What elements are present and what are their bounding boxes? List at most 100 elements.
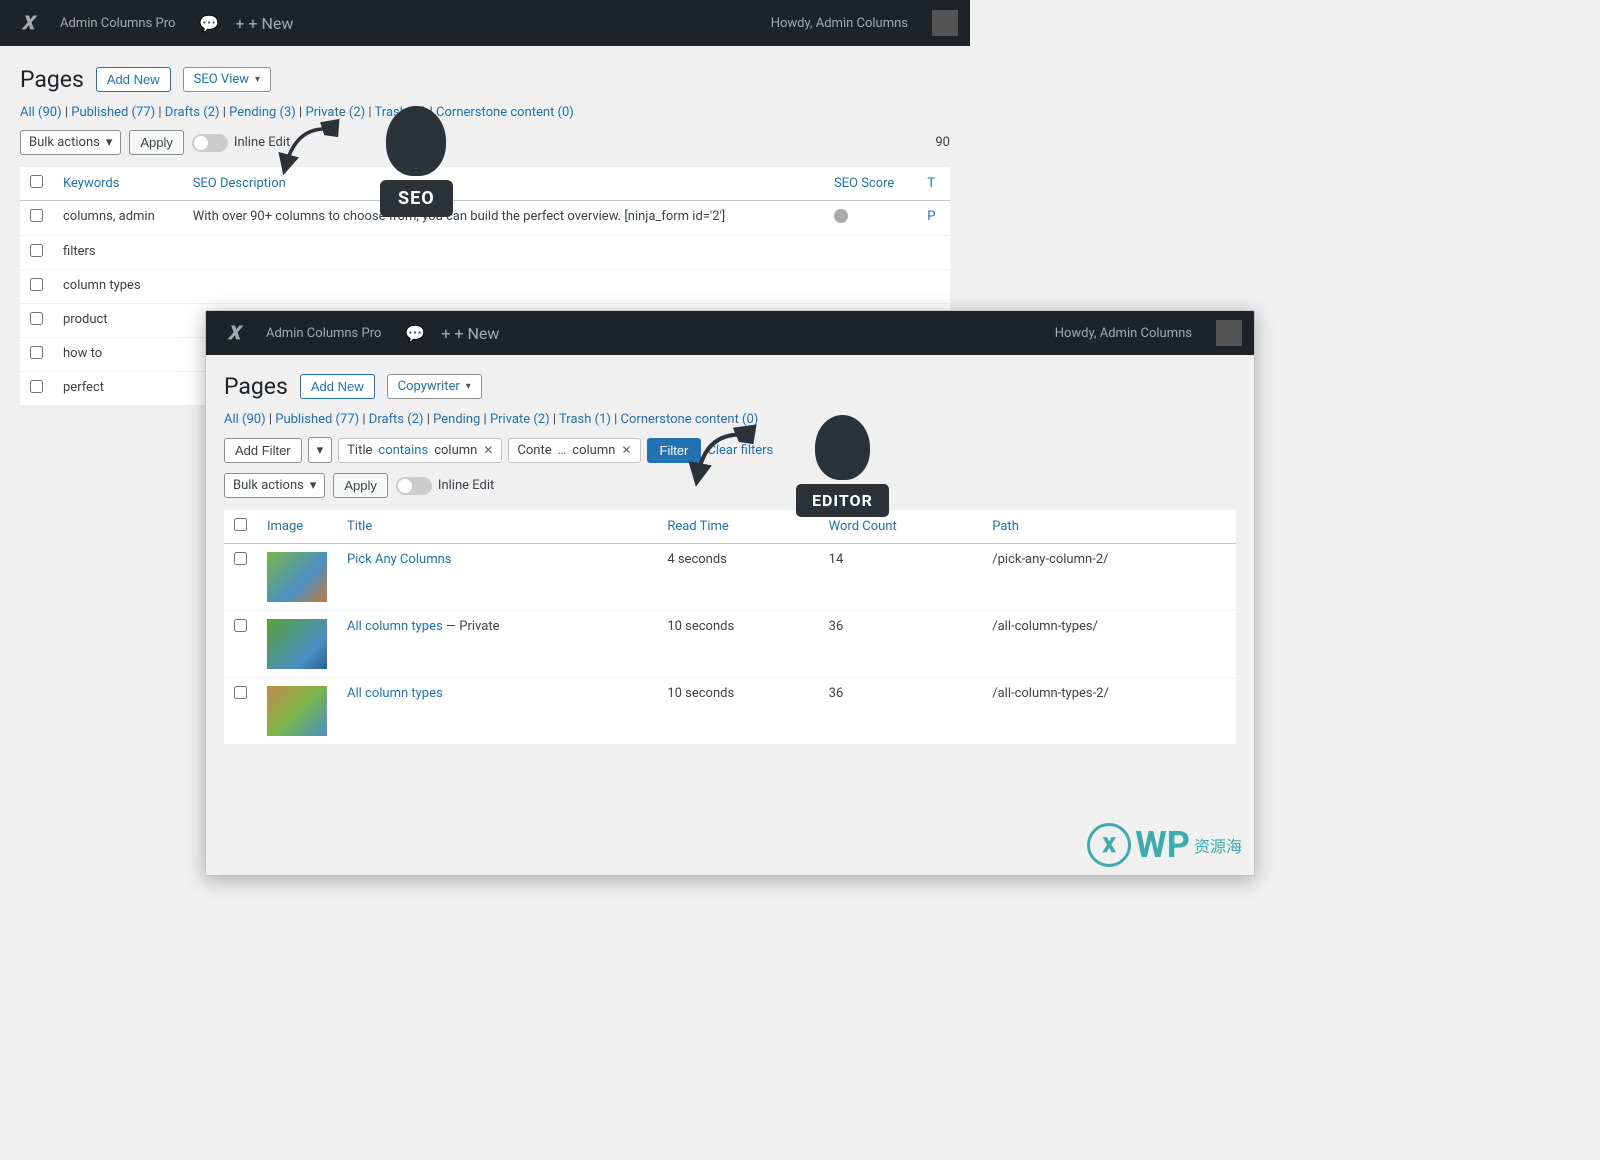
cell-title-1: Pick Any Columns xyxy=(337,544,657,611)
page-count-1: 90 xyxy=(935,135,950,150)
cell-seo-desc: With over 90+ columns to choose from, yo… xyxy=(183,201,824,236)
th-keywords-1[interactable]: Keywords xyxy=(53,167,183,201)
apply-button-2[interactable]: Apply xyxy=(333,473,388,498)
filter-private-2[interactable]: Private (2) xyxy=(490,412,550,427)
cell-word-count-3: 36 xyxy=(819,678,983,745)
view-label-1: SEO View xyxy=(194,72,249,87)
table-row: columns, admin With over 90+ columns to … xyxy=(20,201,950,236)
th-read-time-2[interactable]: Read Time xyxy=(657,510,818,544)
inline-edit-label-2: Inline Edit xyxy=(438,478,494,493)
row-checkbox[interactable] xyxy=(30,209,43,222)
filter-published-1[interactable]: Published (77) xyxy=(71,105,155,120)
filter-drafts-2[interactable]: Drafts (2) xyxy=(369,412,424,427)
new-label-1: + New xyxy=(248,14,293,33)
cell-path-3: /all-column-types-2/ xyxy=(982,678,1236,745)
cell-t-link[interactable]: P xyxy=(927,209,935,224)
wp-sub-text: 资源海 xyxy=(1194,833,1242,857)
inline-edit-toggle-2[interactable]: Inline Edit xyxy=(396,477,494,495)
page-title-1: Pages xyxy=(20,66,84,93)
bulk-actions-select-2[interactable]: Bulk actions ▾ xyxy=(224,473,325,498)
toggle-switch-1[interactable] xyxy=(192,134,228,152)
filter-close-title[interactable]: ✕ xyxy=(483,443,493,457)
cell-keywords: columns, admin xyxy=(53,201,183,236)
row-checkbox[interactable] xyxy=(30,380,43,393)
filter-all-1[interactable]: All (90) xyxy=(20,105,62,120)
window2: 𝚾 Admin Columns Pro 💬 + + New Howdy, Adm… xyxy=(205,310,1255,876)
filter-pending-2[interactable]: Pending xyxy=(433,412,480,427)
add-filter-button[interactable]: Add Filter xyxy=(224,438,302,463)
filter-contains-title: contains xyxy=(378,443,428,458)
th-image-2[interactable]: Image xyxy=(257,510,337,544)
cell-word-count-1: 14 xyxy=(819,544,983,611)
th-seo-score-1[interactable]: SEO Score xyxy=(824,167,917,201)
filter-pending-1[interactable]: Pending (3) xyxy=(229,105,296,120)
chevron-down-icon-1: ▾ xyxy=(255,74,260,85)
filter-cornerstone-2[interactable]: Cornerstone content (0) xyxy=(621,412,759,427)
filter-trash-1[interactable]: Trash (1) xyxy=(375,105,427,120)
filter-type-dropdown[interactable]: ▾ xyxy=(308,437,333,463)
page-title-2: Pages xyxy=(224,373,288,400)
filter-close-content[interactable]: ✕ xyxy=(621,443,631,457)
admin-title-1: Admin Columns Pro xyxy=(60,16,175,31)
comment-icon-2: 💬 xyxy=(405,324,425,343)
new-link-2[interactable]: + + New xyxy=(441,324,499,343)
th-checkbox-2 xyxy=(224,510,257,544)
row-checkbox[interactable] xyxy=(30,278,43,291)
add-new-button-1[interactable]: Add New xyxy=(96,67,171,92)
avatar-2 xyxy=(1216,320,1242,346)
inline-edit-toggle-1[interactable]: Inline Edit xyxy=(192,134,290,152)
table-row: Pick Any Columns 4 seconds 14 /pick-any-… xyxy=(224,544,1236,611)
row-checkbox[interactable] xyxy=(234,619,247,632)
new-label-2: + New xyxy=(454,324,499,343)
th-title-2[interactable]: Title xyxy=(337,510,657,544)
page-header-2: Pages Add New Copywriter ▾ xyxy=(224,373,1236,400)
view-dropdown-1[interactable]: SEO View ▾ xyxy=(183,67,271,92)
filter-cornerstone-1[interactable]: Cornerstone content (0) xyxy=(436,105,574,120)
row-checkbox[interactable] xyxy=(234,552,247,565)
cell-title-2: All column types — Private xyxy=(337,611,657,678)
cell-keywords: product xyxy=(53,304,183,338)
bulk-actions-select-1[interactable]: Bulk actions ▾ xyxy=(20,130,121,155)
filter-trash-2[interactable]: Trash (1) xyxy=(559,412,611,427)
title-link-1[interactable]: Pick Any Columns xyxy=(347,552,452,567)
filter-value-title: column xyxy=(434,443,477,458)
cell-keywords: filters xyxy=(53,236,183,270)
apply-button-1[interactable]: Apply xyxy=(129,130,184,155)
clear-filters-link[interactable]: Clear filters xyxy=(707,443,773,458)
title-link-3[interactable]: All column types xyxy=(347,686,443,701)
row-checkbox[interactable] xyxy=(30,312,43,325)
row-checkbox[interactable] xyxy=(234,686,247,699)
row-checkbox[interactable] xyxy=(30,244,43,257)
th-word-count-2[interactable]: Word Count xyxy=(819,510,983,544)
new-plus-1: + xyxy=(235,14,244,33)
new-link-1[interactable]: + + New xyxy=(235,14,293,33)
filter-all-2[interactable]: All (90) xyxy=(224,412,266,427)
inline-edit-label-1: Inline Edit xyxy=(234,135,290,150)
add-new-button-2[interactable]: Add New xyxy=(300,374,375,399)
filter-contains-content: … xyxy=(558,443,567,458)
select-all-checkbox-2[interactable] xyxy=(234,518,247,531)
cell-t xyxy=(917,236,950,270)
table-row: All column types 10 seconds 36 /all-colu… xyxy=(224,678,1236,745)
bulk-bar-2: Bulk actions ▾ Apply Inline Edit xyxy=(224,473,1236,498)
row-checkbox[interactable] xyxy=(30,346,43,359)
cell-path-1: /pick-any-column-2/ xyxy=(982,544,1236,611)
filter-tag-content: Conte … column ✕ xyxy=(508,438,640,463)
cell-keywords: column types xyxy=(53,270,183,304)
cell-path-2: /all-column-types/ xyxy=(982,611,1236,678)
filter-drafts-1[interactable]: Drafts (2) xyxy=(165,105,220,120)
view-dropdown-2[interactable]: Copywriter ▾ xyxy=(387,374,482,399)
comment-icon-1: 💬 xyxy=(199,14,219,33)
select-all-checkbox-1[interactable] xyxy=(30,175,43,188)
filter-links-1: All (90) | Published (77) | Drafts (2) |… xyxy=(20,105,950,120)
toggle-switch-2[interactable] xyxy=(396,477,432,495)
cell-t xyxy=(917,270,950,304)
admin-title-2: Admin Columns Pro xyxy=(266,326,381,341)
th-path-2[interactable]: Path xyxy=(982,510,1236,544)
filter-published-2[interactable]: Published (77) xyxy=(275,412,359,427)
filter-button[interactable]: Filter xyxy=(647,438,702,463)
filter-private-1[interactable]: Private (2) xyxy=(305,105,365,120)
title-link-2[interactable]: All column types xyxy=(347,619,443,634)
th-seo-desc-1[interactable]: SEO Description xyxy=(183,167,824,201)
th-t-1[interactable]: T xyxy=(917,167,950,201)
